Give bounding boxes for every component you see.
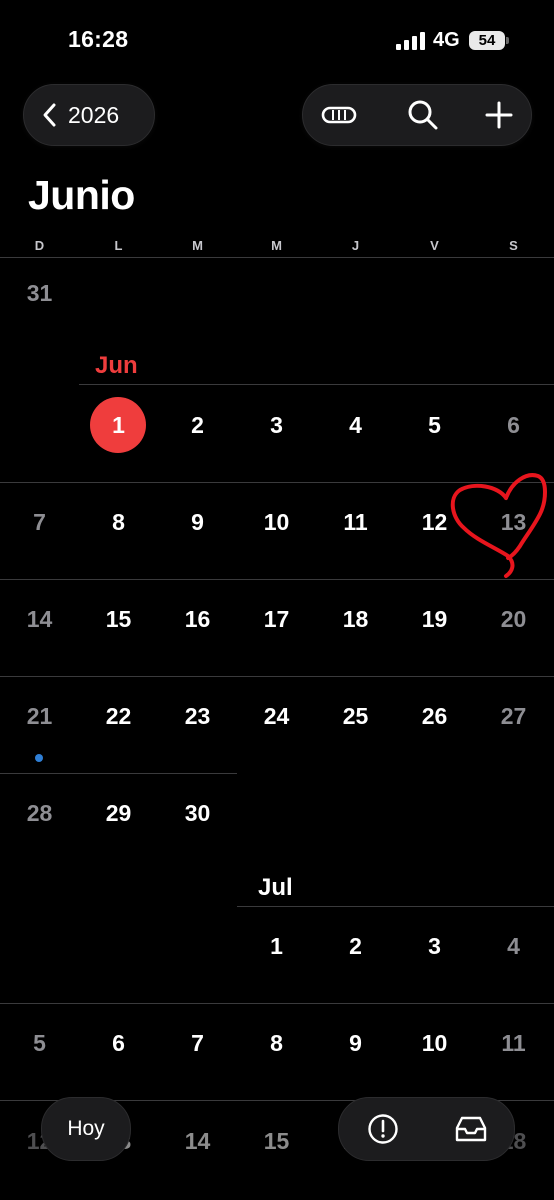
day-cell[interactable]: 20 (474, 606, 553, 633)
plus-icon (485, 101, 513, 129)
network-type: 4G (433, 29, 460, 51)
day-cell[interactable]: 6 (474, 412, 553, 439)
weekday-wed: M (271, 238, 282, 253)
chevron-left-icon (43, 103, 56, 127)
day-cell[interactable]: 28 (0, 800, 79, 827)
weekday-sun: D (34, 238, 45, 253)
search-button[interactable] (387, 85, 459, 145)
day-cell[interactable]: 1 (237, 933, 316, 960)
weekday-tue: M (192, 238, 203, 253)
day-cell[interactable]: 5 (0, 1030, 79, 1057)
week-divider (0, 676, 554, 677)
battery-icon: 54 (469, 31, 505, 50)
page-title: Junio (28, 172, 135, 218)
day-cell[interactable]: 10 (395, 1030, 474, 1057)
weekday-mon: L (114, 238, 123, 253)
week-divider (79, 384, 554, 385)
week-divider (237, 906, 554, 907)
day-cell[interactable]: 11 (316, 509, 395, 536)
day-cell[interactable]: 16 (158, 606, 237, 633)
day-cell[interactable]: 26 (395, 703, 474, 730)
day-cell[interactable]: 3 (395, 933, 474, 960)
day-cell[interactable]: 27 (474, 703, 553, 730)
day-cell[interactable]: 14 (158, 1128, 237, 1155)
battery-tip (506, 37, 509, 44)
search-icon (408, 100, 438, 130)
battery-level: 54 (478, 32, 496, 49)
day-cell[interactable]: 31 (0, 280, 79, 307)
day-cell[interactable]: 19 (395, 606, 474, 633)
day-cell[interactable]: 7 (158, 1030, 237, 1057)
header-divider (0, 257, 554, 258)
month-label-june: Jun (95, 352, 138, 379)
day-cell[interactable]: 2 (158, 412, 237, 439)
day-cell[interactable]: 5 (395, 412, 474, 439)
back-to-year-button[interactable]: 2026 (23, 84, 155, 146)
add-event-button[interactable] (463, 85, 535, 145)
toolbar (302, 84, 532, 146)
week-divider (0, 1003, 554, 1004)
back-year-label: 2026 (68, 101, 120, 128)
alert-icon (368, 1114, 398, 1144)
day-cell[interactable]: 4 (316, 412, 395, 439)
day-cell[interactable]: 25 (316, 703, 395, 730)
day-cell[interactable]: 9 (158, 509, 237, 536)
heart-annotation-icon (450, 473, 547, 578)
day-cell[interactable]: 29 (79, 800, 158, 827)
day-cell[interactable]: 8 (79, 509, 158, 536)
weekday-sat: S (509, 238, 518, 253)
day-cell[interactable]: 6 (79, 1030, 158, 1057)
day-cell[interactable]: 30 (158, 800, 237, 827)
weekday-thu: J (351, 238, 360, 253)
view-mode-button[interactable] (303, 85, 375, 145)
day-cell[interactable]: 24 (237, 703, 316, 730)
day-cell[interactable]: 2 (316, 933, 395, 960)
bottom-actions (338, 1097, 515, 1161)
day-cell[interactable]: 9 (316, 1030, 395, 1057)
day-cell[interactable]: 15 (79, 606, 158, 633)
day-cell[interactable]: 7 (0, 509, 79, 536)
day-cell[interactable]: 10 (237, 509, 316, 536)
signal-icon (396, 32, 425, 50)
day-cell[interactable]: 21 (0, 703, 79, 730)
month-label-july: Jul (258, 874, 293, 901)
day-cell[interactable]: 15 (237, 1128, 316, 1155)
day-cell-today[interactable]: 1 (79, 412, 158, 439)
status-time: 16:28 (68, 26, 129, 52)
day-cell[interactable]: 23 (158, 703, 237, 730)
calendar-list-icon (321, 106, 357, 124)
day-cell[interactable]: 3 (237, 412, 316, 439)
inbox-icon (455, 1116, 487, 1142)
day-cell[interactable]: 11 (474, 1030, 553, 1057)
today-button[interactable]: Hoy (41, 1097, 131, 1161)
weekday-fri: V (430, 238, 439, 253)
day-cell[interactable]: 18 (316, 606, 395, 633)
week-divider (0, 773, 237, 774)
day-cell[interactable]: 17 (237, 606, 316, 633)
day-cell[interactable]: 8 (237, 1030, 316, 1057)
day-cell[interactable]: 4 (474, 933, 553, 960)
inbox-button[interactable] (435, 1099, 507, 1159)
day-cell[interactable]: 14 (0, 606, 79, 633)
alerts-button[interactable] (347, 1099, 419, 1159)
day-cell[interactable]: 22 (79, 703, 158, 730)
event-dot (35, 754, 43, 762)
